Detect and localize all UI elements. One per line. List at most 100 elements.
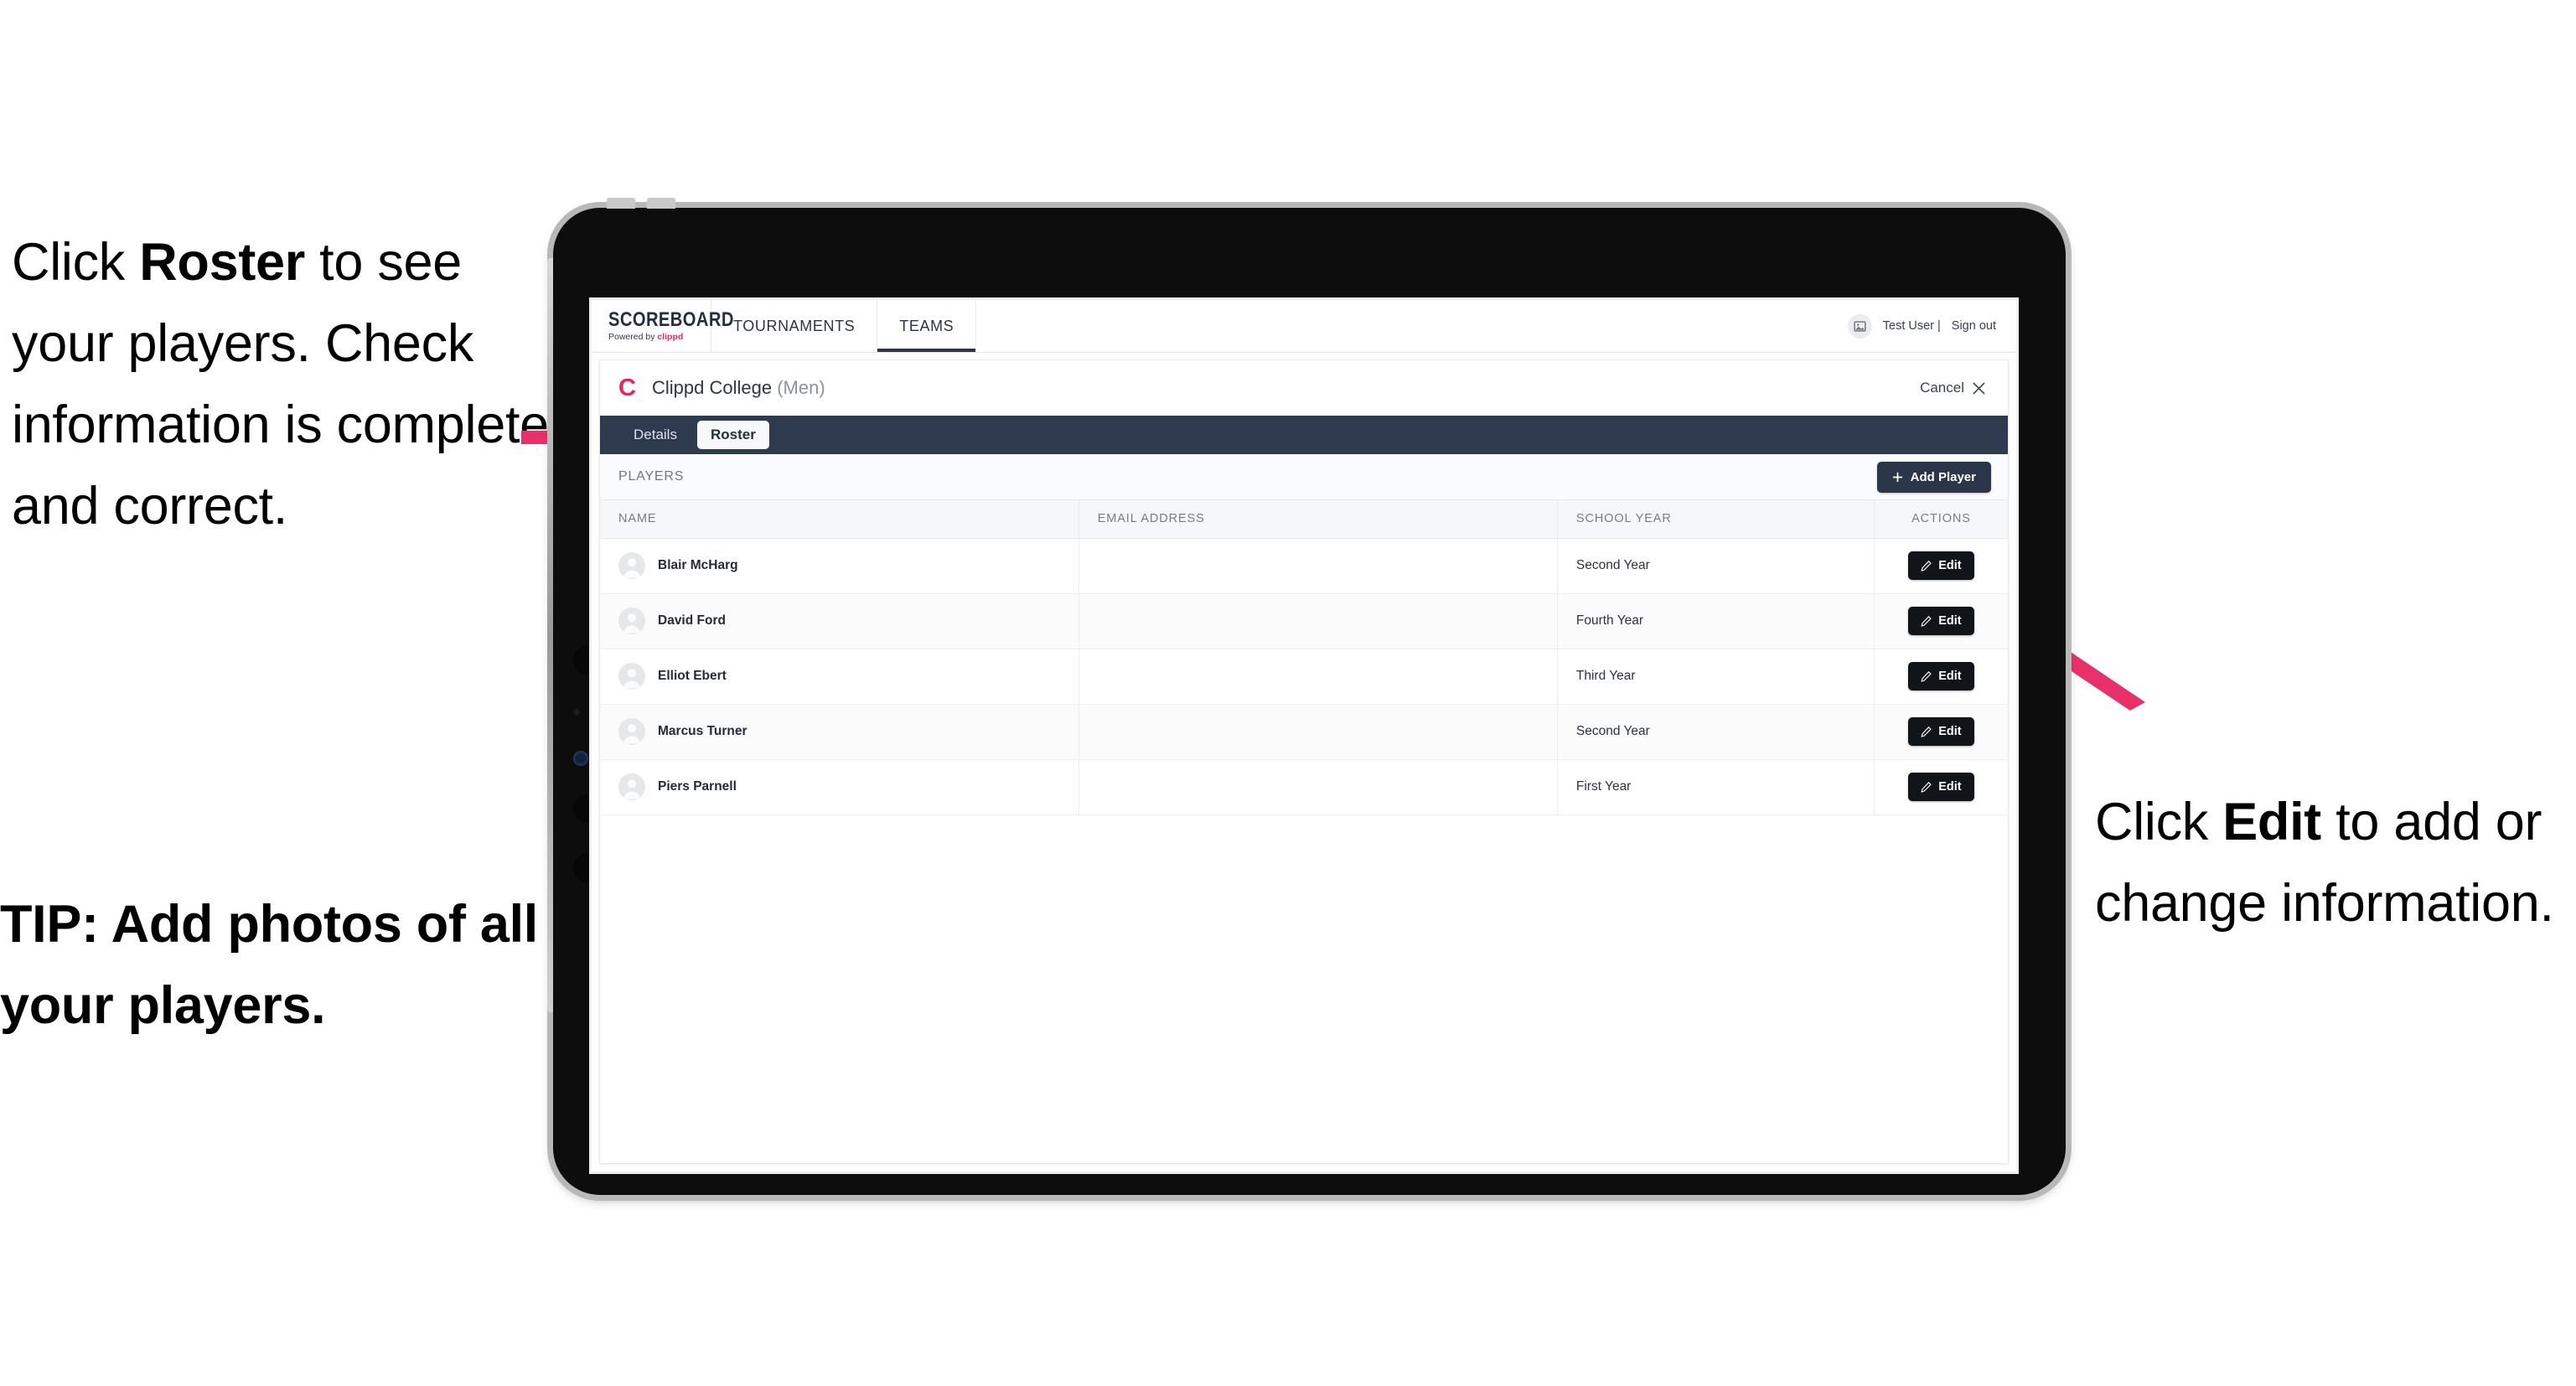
nav-tab-tournaments[interactable]: TOURNAMENTS xyxy=(711,300,878,352)
edit-label: Edit xyxy=(1938,780,1962,794)
player-name-label: Marcus Turner xyxy=(658,724,747,738)
device-top-button-1 xyxy=(607,198,635,209)
cell-actions: Edit xyxy=(1874,649,2008,705)
cell-email xyxy=(1079,538,1558,594)
pencil-icon xyxy=(1921,615,1932,627)
cell-school-year: Second Year xyxy=(1557,704,1875,760)
pencil-icon xyxy=(1921,560,1932,571)
annotation-right-text-1: Click xyxy=(2095,793,2223,852)
player-school-year-label: Second Year xyxy=(1575,558,1650,572)
team-gender-text: (Men) xyxy=(777,377,825,398)
plus-icon xyxy=(1892,472,1902,482)
team-logo-icon: C xyxy=(618,374,636,401)
column-header-name: NAME xyxy=(600,500,1079,539)
edit-label: Edit xyxy=(1938,559,1962,572)
pencil-icon xyxy=(1921,670,1932,682)
edit-label: Edit xyxy=(1938,725,1962,738)
pencil-icon xyxy=(1921,781,1932,793)
cell-email xyxy=(1079,593,1558,649)
player-avatar-icon xyxy=(618,663,645,690)
player-name-cell: Marcus Turner xyxy=(618,718,1079,745)
cell-name: Piers Parnell xyxy=(600,759,1079,815)
edit-button[interactable]: Edit xyxy=(1908,662,1974,690)
tab-roster[interactable]: Roster xyxy=(696,421,769,449)
cell-actions: Edit xyxy=(1874,704,2008,760)
tab-details[interactable]: Details xyxy=(620,421,691,449)
cancel-label: Cancel xyxy=(1920,380,1964,396)
player-name-cell: David Ford xyxy=(618,608,1079,634)
cell-email xyxy=(1079,759,1558,815)
cancel-button[interactable]: Cancel xyxy=(1920,380,1986,396)
edit-label: Edit xyxy=(1938,670,1962,683)
player-name-cell: Blair McHarg xyxy=(618,552,1079,579)
logo-tagline: Powered by clippd xyxy=(608,333,711,342)
team-name-text: Clippd College xyxy=(652,377,773,398)
edit-label: Edit xyxy=(1938,614,1962,628)
annotation-right-emphasis: Edit xyxy=(2222,793,2321,852)
cell-email xyxy=(1079,649,1558,705)
players-table: NAME EMAIL ADDRESS SCHOOL YEAR ACTIONS B… xyxy=(600,500,2008,815)
annotation-right: Click Edit to add or change information. xyxy=(2095,701,2576,944)
tablet-screen: SCOREBOARD Powered by clippd TOURNAMENTS… xyxy=(592,300,2016,1171)
tablet-device-frame: SCOREBOARD Powered by clippd TOURNAMENTS… xyxy=(547,198,2066,1195)
team-name-title: Clippd College (Men) xyxy=(652,377,825,399)
sign-out-link[interactable]: Sign out xyxy=(1952,319,1996,333)
team-roster-card: C Clippd College (Men) Cancel Details Ro… xyxy=(599,359,2009,1164)
device-camera-lens xyxy=(573,751,588,766)
cell-school-year: Second Year xyxy=(1557,538,1875,594)
cell-school-year: Third Year xyxy=(1557,649,1875,705)
cell-actions: Edit xyxy=(1874,759,2008,815)
logo-tagline-brand: clippd xyxy=(657,332,684,343)
close-x-icon xyxy=(1973,381,1985,395)
app-header: SCOREBOARD Powered by clippd TOURNAMENTS… xyxy=(592,300,2016,353)
player-avatar-icon xyxy=(618,773,645,800)
players-section-label: PLAYERS xyxy=(618,469,685,484)
player-name-cell: Piers Parnell xyxy=(618,773,1079,800)
player-school-year-label: Fourth Year xyxy=(1575,613,1644,628)
player-avatar-icon xyxy=(618,718,645,745)
player-school-year-label: Third Year xyxy=(1575,669,1636,683)
player-name-label: Piers Parnell xyxy=(658,779,737,794)
cell-school-year: Fourth Year xyxy=(1557,593,1875,649)
user-area: Test User | Sign out xyxy=(1847,300,2016,352)
table-row[interactable]: Blair McHarg Second Year Edit xyxy=(600,538,2008,594)
column-header-school-year: SCHOOL YEAR xyxy=(1557,500,1875,539)
nav-tab-teams[interactable]: TEAMS xyxy=(877,300,977,352)
player-name-label: David Ford xyxy=(658,613,726,628)
cell-name: Marcus Turner xyxy=(600,704,1079,760)
player-school-year-label: Second Year xyxy=(1575,724,1650,738)
column-header-actions: ACTIONS xyxy=(1874,500,2008,539)
cell-actions: Edit xyxy=(1874,593,2008,649)
edit-button[interactable]: Edit xyxy=(1908,607,1974,635)
add-player-button[interactable]: Add Player xyxy=(1876,461,1991,493)
logo-tagline-prefix: Powered by xyxy=(608,332,658,343)
device-top-button-2 xyxy=(647,198,675,209)
annotation-tip: TIP: Add photos of all your players. xyxy=(0,895,538,1036)
edit-button[interactable]: Edit xyxy=(1908,717,1974,746)
edit-button[interactable]: Edit xyxy=(1908,551,1974,580)
cell-email xyxy=(1079,704,1558,760)
add-player-label: Add Player xyxy=(1910,469,1976,484)
card-tab-bar: Details Roster xyxy=(600,416,2008,454)
player-avatar-icon xyxy=(618,608,645,634)
user-name-label: Test User | xyxy=(1882,319,1941,333)
cell-name: Elliot Ebert xyxy=(600,649,1079,705)
table-header-row: NAME EMAIL ADDRESS SCHOOL YEAR ACTIONS xyxy=(600,500,2008,539)
image-placeholder-icon[interactable] xyxy=(1847,313,1872,339)
annotation-left: Click Roster to see your players. Check … xyxy=(12,141,565,547)
player-name-cell: Elliot Ebert xyxy=(618,663,1079,690)
header-spacer xyxy=(976,300,1847,352)
table-row[interactable]: Elliot Ebert Third Year Edit xyxy=(600,649,2008,705)
table-row[interactable]: Piers Parnell First Year Edit xyxy=(600,759,2008,815)
players-table-body: Blair McHarg Second Year Edit David Ford… xyxy=(600,538,2008,815)
table-row[interactable]: Marcus Turner Second Year Edit xyxy=(600,704,2008,760)
annotation-left-emphasis: Roster xyxy=(139,233,305,292)
column-header-email: EMAIL ADDRESS xyxy=(1079,500,1558,539)
table-row[interactable]: David Ford Fourth Year Edit xyxy=(600,593,2008,649)
card-header: C Clippd College (Men) Cancel xyxy=(600,360,2008,416)
players-table-head: NAME EMAIL ADDRESS SCHOOL YEAR ACTIONS xyxy=(600,500,2008,539)
scoreboard-logo[interactable]: SCOREBOARD Powered by clippd xyxy=(592,300,733,352)
cell-school-year: First Year xyxy=(1557,759,1875,815)
edit-button[interactable]: Edit xyxy=(1908,773,1974,801)
player-school-year-label: First Year xyxy=(1575,779,1632,794)
